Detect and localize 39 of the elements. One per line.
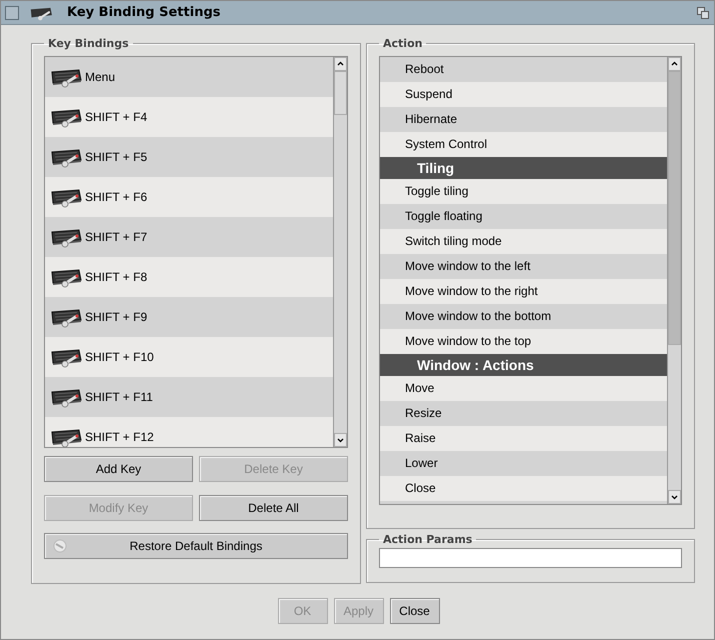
scroll-thumb[interactable] <box>668 71 681 345</box>
input-field[interactable] <box>379 548 682 568</box>
category-header: Tiling <box>380 157 667 179</box>
action-item[interactable]: Resize <box>380 401 667 426</box>
scroll-up-button[interactable] <box>334 57 347 71</box>
key-binding-item[interactable]: SHIFT + F11 <box>85 390 153 404</box>
scroll-down-button[interactable] <box>334 433 347 447</box>
scroll-down-button[interactable] <box>668 490 681 504</box>
key-binding-item[interactable]: SHIFT + F6 <box>85 190 148 204</box>
key-binding-item[interactable]: SHIFT + F7 <box>85 230 148 244</box>
key-binding-item[interactable]: SHIFT + F12 <box>85 430 154 444</box>
key-binding-item[interactable]: SHIFT + F10 <box>85 350 154 364</box>
window-menu-button[interactable] <box>5 6 19 20</box>
key-binding-item[interactable]: SHIFT + F8 <box>85 270 148 284</box>
action-button[interactable]: Delete All <box>199 495 348 521</box>
key-binding-item[interactable]: Menu <box>85 70 116 84</box>
category-header: Window : Actions <box>380 354 667 376</box>
group-title: Action <box>382 37 424 50</box>
dialog-button[interactable]: Close <box>390 598 440 624</box>
scroll-up-button[interactable] <box>668 57 681 71</box>
action-item[interactable]: Lower <box>380 451 667 476</box>
action-button[interactable]: Add Key <box>44 456 193 482</box>
scroll-thumb[interactable] <box>334 71 347 115</box>
action-item[interactable]: Move window to the left <box>380 254 667 279</box>
restore-window-icon[interactable] <box>697 6 709 18</box>
disc-icon <box>53 539 67 553</box>
group-title: Action Params <box>382 533 474 546</box>
key-binding-item[interactable]: SHIFT + F9 <box>85 310 148 324</box>
scrollbar[interactable] <box>333 57 347 447</box>
window-title: Key Binding Settings <box>67 5 222 20</box>
key-binding-item[interactable]: SHIFT + F4 <box>85 110 148 124</box>
key-binding-item[interactable]: SHIFT + F5 <box>85 150 148 164</box>
group-title: Key Bindings <box>47 37 130 50</box>
action-item[interactable]: Hibernate <box>380 107 667 132</box>
scrollbar[interactable] <box>667 57 681 504</box>
action-item[interactable]: Move window to the bottom <box>380 304 667 329</box>
action-item[interactable]: Reboot <box>380 57 667 82</box>
action-item[interactable]: Toggle floating <box>380 204 667 229</box>
restore-button[interactable]: Restore Default Bindings <box>44 533 348 559</box>
